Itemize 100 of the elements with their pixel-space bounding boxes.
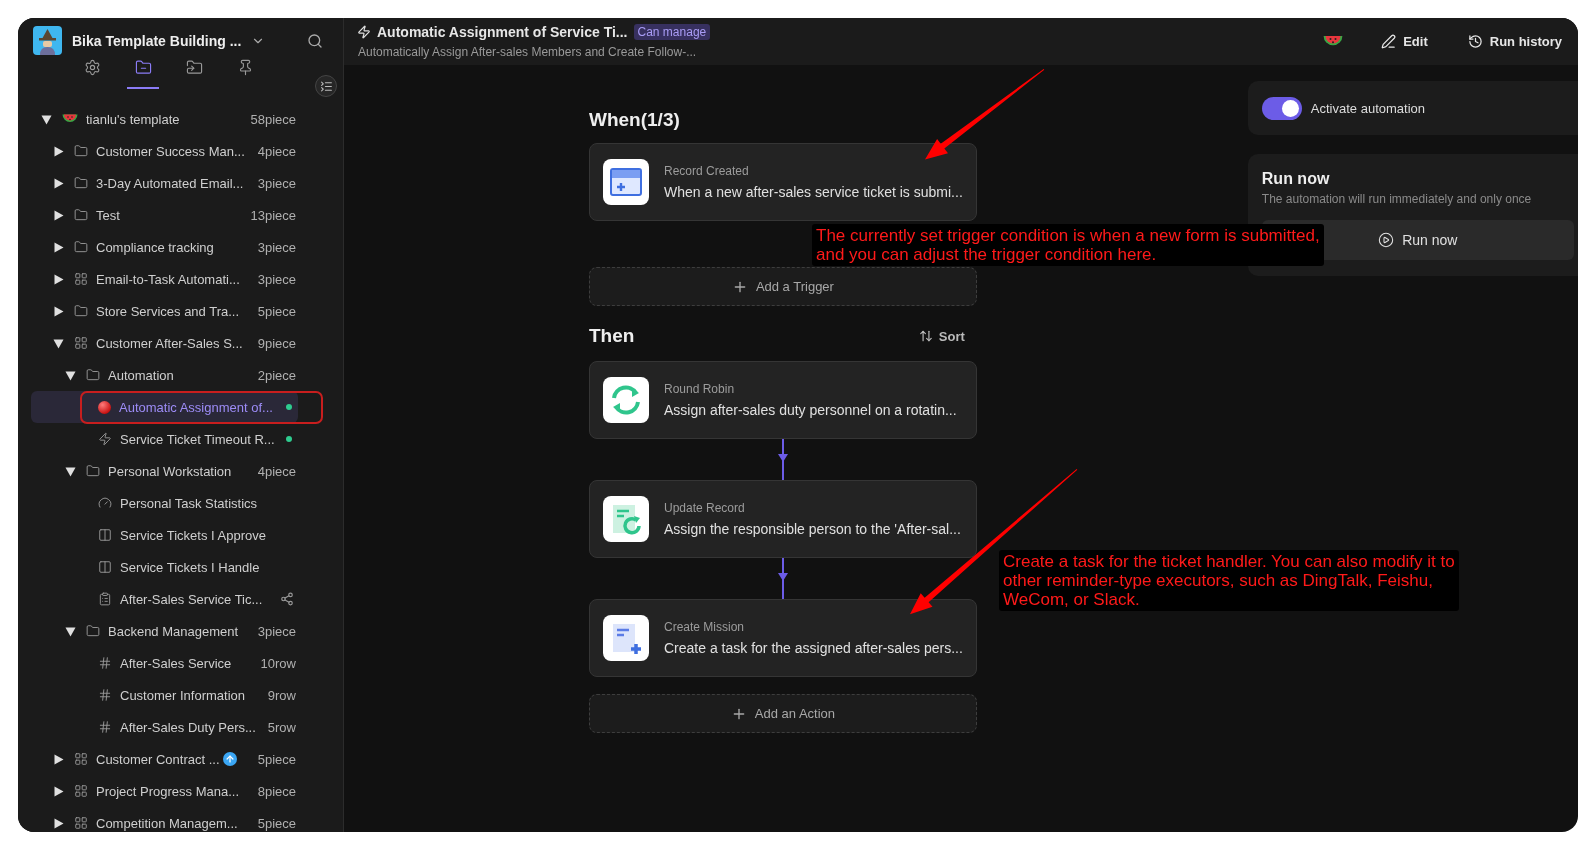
- tree-item[interactable]: Service Ticket Timeout R...: [31, 423, 298, 455]
- caret-icon[interactable]: [64, 465, 76, 477]
- item-count: 13piece: [249, 207, 296, 223]
- section-title: Then: [589, 325, 635, 347]
- toolbar-button[interactable]: Run history: [1465, 32, 1564, 51]
- item-count: 9piece: [256, 335, 296, 351]
- item-count: 5piece: [256, 751, 296, 767]
- tree-item[interactable]: tianlu's template 58piece: [31, 103, 298, 135]
- folder-icon: [185, 58, 203, 76]
- folder-icon: [74, 208, 88, 222]
- add-trigger-button[interactable]: Add a Trigger: [589, 267, 977, 306]
- caret-icon[interactable]: [52, 753, 64, 765]
- item-count: 3piece: [256, 175, 296, 191]
- add-action-button[interactable]: Add an Action: [589, 694, 977, 733]
- item-label: Email-to-Task Automati...: [96, 271, 240, 287]
- tree-item[interactable]: Customer Success Man... 4piece: [31, 135, 298, 167]
- tree-item[interactable]: 3-Day Automated Email... 3piece: [31, 167, 298, 199]
- grid-icon: [74, 752, 88, 766]
- step-card[interactable]: Record Created When a new after-sales service ticket is submi...: [589, 143, 977, 221]
- item-label: Personal Workstation: [108, 463, 232, 479]
- caret-icon[interactable]: [52, 273, 64, 285]
- edit-icon: [1381, 34, 1397, 49]
- tree-item[interactable]: Service Tickets I Handle: [31, 551, 298, 583]
- tree-item[interactable]: Customer After-Sales S... 9piece: [31, 327, 298, 359]
- grid-icon: [74, 784, 88, 798]
- folder-icon: [86, 368, 100, 382]
- folder-icon: [86, 464, 100, 478]
- connector-arrow: [776, 558, 789, 599]
- caret-icon[interactable]: [64, 625, 76, 637]
- tree-item[interactable]: Customer Information 9row: [31, 679, 298, 711]
- item-label: Customer Success Man...: [96, 143, 245, 159]
- card-description: The automation will run immediately and only once: [1261, 192, 1533, 206]
- tree-item[interactable]: After-Sales Service Tic...: [31, 583, 298, 615]
- item-count: 8piece: [256, 783, 296, 799]
- watermelon-icon: [62, 113, 78, 125]
- tree-item[interactable]: Test 13piece: [31, 199, 298, 231]
- caret-icon[interactable]: [52, 337, 64, 349]
- step-card[interactable]: Update Record Assign the responsible person to the 'After-sal...: [589, 480, 977, 558]
- tree-item[interactable]: Backend Management 3piece: [31, 615, 298, 647]
- tree-item[interactable]: Competition Managem... 5piece: [31, 807, 298, 832]
- item-label: After-Sales Duty Pers...: [120, 719, 256, 735]
- folder-icon: [74, 144, 88, 158]
- activate-switch[interactable]: [1261, 96, 1302, 120]
- tree-item[interactable]: Personal Task Statistics: [31, 487, 298, 519]
- folder-icon: [134, 58, 152, 76]
- settings-icon: [83, 58, 101, 76]
- document-plus-icon: [603, 615, 649, 661]
- search-icon[interactable]: [307, 32, 323, 49]
- caret-icon[interactable]: [52, 177, 64, 189]
- caret-icon[interactable]: [52, 817, 64, 829]
- sort-button[interactable]: Sort: [918, 328, 977, 344]
- step-type: Create Mission: [664, 620, 746, 634]
- card-title: Run now: [1261, 170, 1331, 188]
- step-card[interactable]: Create Mission Create a task for the assigned after-sales pers...: [589, 599, 977, 677]
- tree-item[interactable]: Customer Contract ... 5piece: [31, 743, 298, 775]
- item-label: Customer After-Sales S...: [96, 335, 243, 351]
- item-label: Competition Managem...: [96, 815, 238, 831]
- step-type: Update Record: [664, 501, 746, 515]
- permission-badge: Can manage: [633, 24, 711, 40]
- item-label: Project Progress Mana...: [96, 783, 240, 799]
- section-title: When(1/3): [589, 109, 681, 131]
- toolbar-button[interactable]: Edit: [1379, 32, 1430, 51]
- item-count: 4piece: [256, 143, 296, 159]
- tree-item[interactable]: After-Sales Duty Pers... 5row: [31, 711, 298, 743]
- share-icon[interactable]: [280, 592, 294, 606]
- item-label: Personal Task Statistics: [120, 495, 258, 511]
- tree-item[interactable]: Email-to-Task Automati... 3piece: [31, 263, 298, 295]
- item-count: 5piece: [256, 303, 296, 319]
- item-label: After-Sales Service: [120, 655, 232, 671]
- hash-icon: [98, 688, 112, 702]
- tree-item[interactable]: Service Tickets I Approve: [31, 519, 298, 551]
- folder-icon: [74, 176, 88, 190]
- item-label: Service Tickets I Handle: [120, 559, 260, 575]
- item-label: Compliance tracking: [96, 239, 214, 255]
- folder-icon: [86, 624, 100, 638]
- step-card[interactable]: Round Robin Assign after-sales duty personnel on a rotatin...: [589, 361, 977, 439]
- tree-item[interactable]: Project Progress Mana... 8piece: [31, 775, 298, 807]
- caret-icon[interactable]: [52, 785, 64, 797]
- tree-item[interactable]: Automatic Assignment of...: [31, 391, 298, 423]
- step-type: Round Robin: [664, 382, 736, 396]
- caret-icon[interactable]: [64, 369, 76, 381]
- caret-icon[interactable]: [40, 113, 52, 125]
- tree-item[interactable]: Automation 2piece: [31, 359, 298, 391]
- space-name[interactable]: Bika Template Building ...: [72, 32, 242, 49]
- tree-item[interactable]: Compliance tracking 3piece: [31, 231, 298, 263]
- tree-item[interactable]: Personal Workstation 4piece: [31, 455, 298, 487]
- item-count: 3piece: [256, 623, 296, 639]
- caret-icon[interactable]: [52, 305, 64, 317]
- caret-icon[interactable]: [52, 145, 64, 157]
- item-count: 10row: [259, 655, 296, 671]
- item-count: 4piece: [256, 463, 296, 479]
- history-icon: [1467, 34, 1483, 49]
- automation-title: Automatic Assignment of Service Ti...: [377, 24, 628, 40]
- caret-icon[interactable]: [52, 209, 64, 221]
- tree-item[interactable]: Store Services and Tra... 5piece: [31, 295, 298, 327]
- tree-item[interactable]: After-Sales Service 10row: [31, 647, 298, 679]
- caret-icon[interactable]: [52, 241, 64, 253]
- refresh-icon: [603, 377, 649, 423]
- item-count: 3piece: [256, 271, 296, 287]
- lightning-icon: [357, 25, 371, 39]
